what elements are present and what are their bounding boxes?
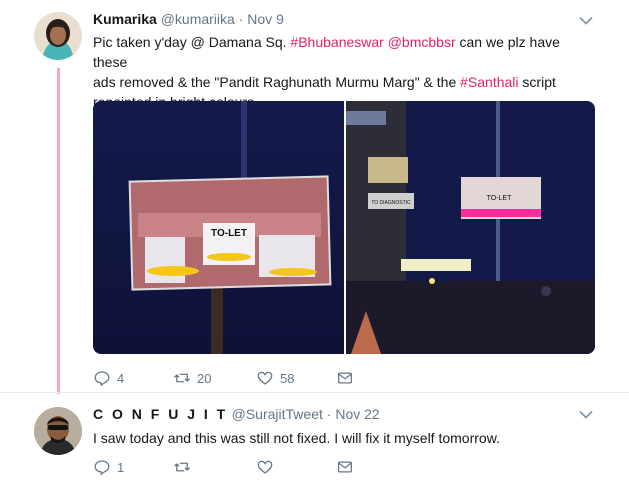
avatar[interactable]	[34, 12, 82, 60]
tweet-date[interactable]: Nov 22	[335, 406, 379, 422]
author-name[interactable]: C O N F U J I T	[93, 406, 228, 422]
separator-dot: ·	[326, 406, 332, 422]
photo2-street-sign-text: TO DIAGNOSTIC	[371, 200, 411, 206]
reply-button[interactable]: 4	[93, 369, 173, 387]
heart-icon	[257, 460, 273, 474]
retweet-icon	[174, 462, 190, 472]
tweet-kumarika[interactable]: Kumarika @kumariika · Nov 9 Pic taken y'…	[0, 0, 629, 392]
reply-icon	[94, 460, 110, 476]
tweet-confujit[interactable]: C O N F U J I T @SurajitTweet · Nov 22 I…	[0, 392, 629, 484]
photo2-sign-text: TO-LET	[487, 195, 512, 202]
retweet-count: 20	[197, 370, 212, 386]
photo-billboard-closeup[interactable]: TO-LET	[93, 101, 344, 354]
tweet-text: Pic taken y'day @ Damana Sq. #Bhubaneswa…	[93, 32, 593, 112]
avatar[interactable]	[34, 407, 82, 455]
retweet-button[interactable]: 20	[173, 369, 256, 387]
envelope-icon	[337, 461, 353, 473]
author-handle[interactable]: @kumariika	[161, 11, 235, 27]
reply-icon	[94, 371, 110, 387]
like-count: 58	[280, 370, 295, 386]
tweet-header: C O N F U J I T @SurajitTweet · Nov 22	[93, 406, 380, 422]
direct-message-button[interactable]	[336, 458, 354, 476]
heart-icon	[257, 371, 273, 385]
like-button[interactable]	[256, 458, 336, 476]
separator-dot: ·	[238, 11, 244, 27]
retweet-icon	[174, 373, 190, 383]
text-segment: ads removed & the "Pandit Raghunath Murm…	[93, 74, 461, 90]
chevron-down-icon[interactable]	[579, 410, 593, 420]
tweet-date[interactable]: Nov 9	[247, 11, 284, 27]
mention-bmcbbsr[interactable]: @bmcbbsr	[388, 34, 456, 50]
photo1-sign-text: TO-LET	[211, 228, 247, 239]
author-handle[interactable]: @SurajitTweet	[232, 406, 323, 422]
author-name[interactable]: Kumarika	[93, 11, 157, 27]
text-segment: script	[518, 74, 556, 90]
avatar-photo	[34, 12, 82, 60]
text-segment: Pic taken y'day @ Damana Sq.	[93, 34, 291, 50]
photo-street-view[interactable]: TO DIAGNOSTIC TO-LET	[346, 101, 595, 354]
reply-count: 1	[117, 459, 125, 475]
tweet-actions: 4 20 58	[93, 369, 354, 387]
hashtag-santhali[interactable]: #Santhali	[460, 74, 518, 90]
tweet-media[interactable]: TO-LET TO DIAGNOSTIC TO-LET	[93, 101, 595, 354]
reply-button[interactable]: 1	[93, 458, 173, 476]
tweet-actions: 1	[93, 458, 354, 476]
hashtag-bhubaneswar[interactable]: #Bhubaneswar	[290, 34, 383, 50]
reply-count: 4	[117, 370, 125, 386]
chevron-down-icon[interactable]	[579, 16, 593, 26]
retweet-button[interactable]	[173, 458, 256, 476]
tweet-text: I saw today and this was still not fixed…	[93, 430, 500, 446]
tweet-header: Kumarika @kumariika · Nov 9	[93, 11, 284, 27]
envelope-icon	[337, 372, 353, 384]
direct-message-button[interactable]	[336, 369, 354, 387]
avatar-photo	[34, 407, 82, 455]
like-button[interactable]: 58	[256, 369, 336, 387]
